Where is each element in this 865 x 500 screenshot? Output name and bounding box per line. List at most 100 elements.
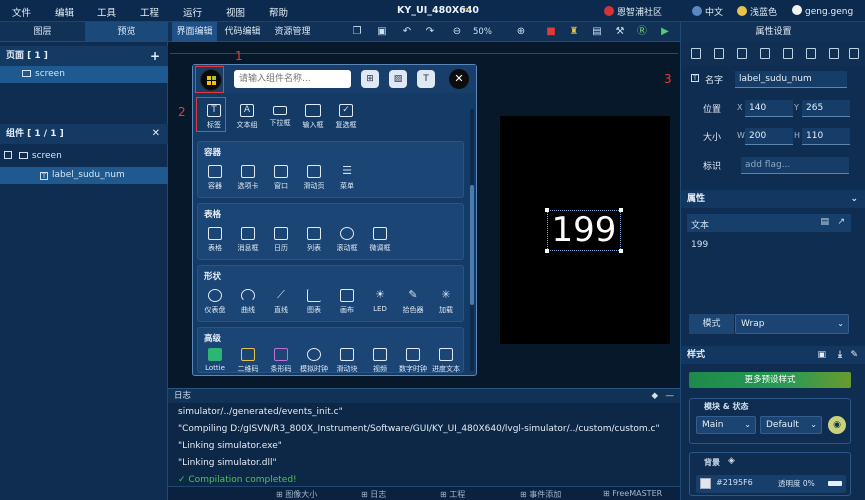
tree-item-screen[interactable]: screen [0, 148, 168, 165]
flag-input[interactable]: add flag... [741, 157, 849, 174]
paste-icon[interactable]: ▣ [376, 26, 388, 38]
status-log[interactable]: ⊞ 日志 [361, 489, 386, 500]
resize-handle[interactable] [619, 208, 623, 212]
position-y-field[interactable]: 265 [802, 100, 850, 117]
part-select[interactable]: Main ⌄ [696, 416, 756, 434]
distribute-vertical-icon[interactable] [849, 48, 859, 59]
widget-qrcode[interactable]: 二维码 [233, 348, 263, 372]
align-left-icon[interactable] [691, 48, 701, 59]
palette-scroll-thumb[interactable] [470, 185, 474, 305]
status-event-add[interactable]: ⊞ 事件添加 [520, 489, 561, 500]
text-value-area[interactable]: 199 [687, 234, 851, 306]
widget-carousel[interactable]: 滑动块 [332, 348, 362, 372]
widget-arc[interactable]: 曲线 [233, 289, 263, 315]
status-freemaster[interactable]: ⊞ FreeMASTER [603, 489, 662, 498]
redo-icon[interactable]: ↷ [424, 26, 436, 38]
build-icon[interactable]: ▤ [591, 26, 603, 38]
paint-bucket-icon[interactable]: ◈ [728, 456, 735, 466]
size-h-field[interactable]: 110 [802, 128, 850, 145]
folder-icon[interactable]: ▭ [462, 5, 471, 15]
widget-line[interactable]: ⟋ 直线 [266, 289, 296, 315]
align-right-icon[interactable] [737, 48, 747, 59]
widget-lottie[interactable]: Lottie [200, 348, 230, 372]
state-select[interactable]: Default ⌄ [760, 416, 822, 434]
eye-icon[interactable]: ◉ [828, 416, 846, 434]
widget-dropdown[interactable]: 下拉框 [265, 104, 295, 128]
widget-msgbox[interactable]: 消息框 [233, 227, 263, 253]
bg-color-field[interactable]: #2195F6 透明度 0% [696, 475, 846, 493]
distribute-icon[interactable] [829, 48, 839, 59]
minimize-icon[interactable]: — [666, 389, 675, 403]
label-sudu-num-preview[interactable]: 199 [547, 210, 621, 251]
name-field[interactable]: label_sudu_num [735, 71, 847, 88]
size-w-field[interactable]: 200 [745, 128, 793, 145]
tab-resources[interactable]: 资源管理 [269, 22, 316, 42]
copy-icon[interactable]: ❐ [351, 26, 363, 38]
widget-window[interactable]: 窗口 [266, 165, 296, 191]
widget-calendar[interactable]: 日历 [266, 227, 296, 253]
opacity-slider[interactable] [828, 481, 842, 486]
zoom-in-icon[interactable]: ⊕ [515, 26, 527, 38]
deploy-icon[interactable]: Ⓡ [636, 26, 648, 38]
widget-spinbox[interactable]: 微调框 [365, 227, 395, 253]
attributes-header[interactable]: 属性 ⌄ [681, 190, 865, 208]
position-x-field[interactable]: 140 [745, 100, 793, 117]
add-page-icon[interactable]: + [150, 46, 160, 66]
text-icon[interactable]: T [417, 70, 435, 88]
zoom-out-icon[interactable]: ⊖ [451, 26, 463, 38]
widget-textarea[interactable]: A 文本组 [232, 104, 262, 130]
stop-icon[interactable]: ■ [545, 26, 557, 38]
widget-roller[interactable]: 滚动框 [332, 227, 362, 253]
collapse-icon[interactable]: ✕ [152, 124, 160, 144]
widget-menu[interactable]: ☰ 菜单 [332, 165, 362, 191]
close-palette-icon[interactable]: ✕ [449, 69, 469, 89]
widget-list[interactable]: 列表 [299, 227, 329, 253]
menu-tools[interactable]: 工具 [97, 5, 116, 19]
status-project[interactable]: ⊞ 工程 [440, 489, 465, 500]
minus-box-icon[interactable] [4, 151, 12, 159]
mode-select[interactable]: Wrap ⌄ [735, 314, 849, 334]
language-select[interactable]: 中文 [692, 5, 723, 18]
widget-meter[interactable]: 仪表盘 [200, 289, 230, 315]
save-icon[interactable]: ▣ [817, 346, 826, 364]
widget-colorwheel[interactable]: ✎ 拾色器 [398, 289, 428, 315]
community-link[interactable]: 恩智浦社区 [604, 5, 662, 18]
wrench-icon[interactable]: ⚒ [614, 26, 626, 38]
image-icon[interactable]: ▨ [389, 70, 407, 88]
status-image-size[interactable]: ⊞ 图像大小 [276, 489, 317, 500]
menu-file[interactable]: 文件 [12, 5, 31, 19]
external-link-icon[interactable]: ↗ [837, 217, 845, 227]
widget-container[interactable]: 容器 [200, 165, 230, 191]
tab-layers[interactable]: 图层 [0, 22, 85, 42]
widget-group-icon[interactable]: ⊞ [361, 70, 379, 88]
page-item-screen[interactable]: screen [0, 66, 168, 83]
widget-input[interactable]: 输入框 [298, 104, 328, 130]
tab-preview[interactable]: 预览 [85, 22, 168, 42]
dictionary-icon[interactable]: ▤ [820, 217, 829, 227]
widget-tileview[interactable]: 滑动页 [299, 165, 329, 191]
tab-ui-edit[interactable]: 界面编辑 [172, 22, 217, 42]
more-styles-button[interactable]: 更多预设样式 [689, 372, 851, 388]
widget-led[interactable]: ☀ LED [365, 289, 395, 314]
widget-table[interactable]: 表格 [200, 227, 230, 253]
user-menu[interactable]: geng.geng [792, 5, 853, 17]
menu-edit[interactable]: 编辑 [55, 5, 74, 19]
tab-code-edit[interactable]: 代码编辑 [219, 22, 266, 42]
theme-select[interactable]: 浅蓝色 [737, 5, 777, 18]
color-swatch[interactable] [700, 478, 711, 489]
clean-icon[interactable]: ♜ [568, 26, 580, 38]
chevron-down-icon[interactable]: ⌄ [850, 190, 858, 208]
resize-handle[interactable] [619, 249, 623, 253]
widget-search-input[interactable] [234, 70, 351, 88]
resize-handle[interactable] [545, 208, 549, 212]
align-top-icon[interactable] [760, 48, 770, 59]
widget-barcode[interactable]: 条形码 [266, 348, 296, 372]
widget-digital-clock[interactable]: 数字时钟 [398, 348, 428, 372]
widget-analog-clock[interactable]: 模拟时钟 [299, 348, 329, 372]
widget-chart[interactable]: 图表 [299, 289, 329, 315]
widget-tabview[interactable]: 选项卡 [233, 165, 263, 191]
widget-progress-text[interactable]: 进度文本 [431, 348, 461, 372]
align-center-icon[interactable] [714, 48, 724, 59]
widget-canvas[interactable]: 画布 [332, 289, 362, 315]
eraser-icon[interactable]: ◆ [651, 389, 658, 403]
